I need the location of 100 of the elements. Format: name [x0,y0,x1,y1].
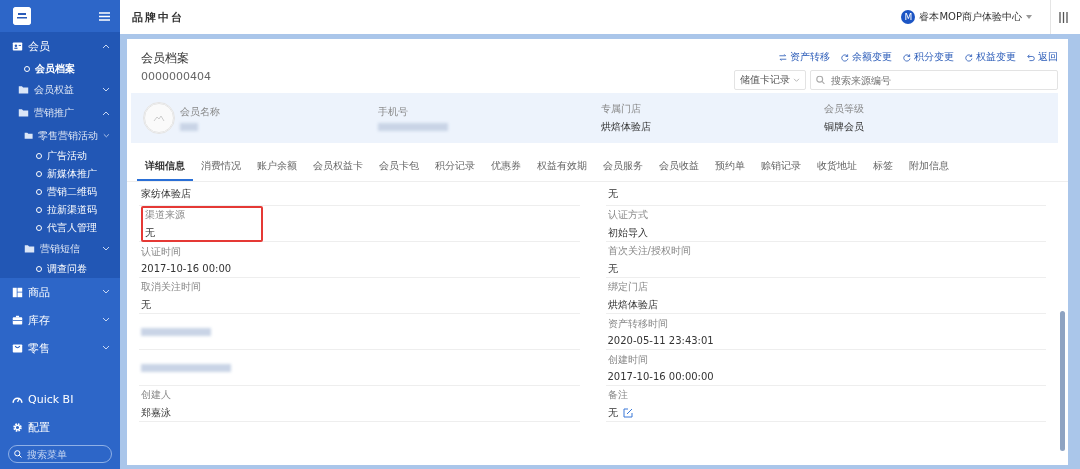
field-value: 无 [607,261,619,276]
chevron-down-icon [102,86,110,93]
tab[interactable]: 账户余额 [249,153,305,181]
sidebar-item[interactable]: 会员 [0,32,120,60]
search-icon [14,450,22,458]
summary-label: 专属门店 [601,102,642,116]
grid-icon [12,286,23,298]
sidebar-item[interactable]: 新媒体推广 [0,165,120,183]
field-label: 绑定门店 [607,279,649,294]
field-label: 创建时间 [607,353,649,367]
field-label: 认证方式 [607,207,649,222]
chevron-down-icon [102,317,110,323]
app-title: 品牌中台 [132,9,185,25]
summary-label: 会员等级 [824,102,865,116]
page-title: 会员档案 [141,50,190,67]
sidebar-item[interactable]: 零售营销活动 [0,124,120,147]
chevron-up-icon [102,43,110,49]
settings-icon [12,421,23,433]
sidebar-item[interactable]: 配置 [0,413,120,441]
field-value: 无 [145,225,156,240]
sidebar-item[interactable]: 会员档案 [0,60,120,78]
chevron-down-icon [103,132,110,139]
tab[interactable]: 详细信息 [137,153,193,181]
tab[interactable]: 消费情况 [193,153,249,181]
tab[interactable]: 附加信息 [901,153,957,181]
sidebar-item[interactable]: 营销二维码 [0,183,120,201]
menu-icon[interactable] [99,11,110,21]
field-label: 认证时间 [141,245,182,259]
bag-icon [12,342,23,354]
field-value: 家纺体验店 [141,187,192,201]
box-icon [12,314,23,326]
avatar-placeholder-icon [143,102,175,134]
sidebar-item[interactable]: 调查问卷 [0,260,120,278]
tab[interactable]: 会员权益卡 [305,153,371,181]
tab[interactable]: 会员卡包 [371,153,427,181]
folder-icon [18,84,29,95]
action-link[interactable]: 余额变更 [840,50,892,64]
edit-icon[interactable] [622,407,633,418]
sidebar-item[interactable]: 营销推广 [0,101,120,124]
account-avatar: M [901,10,916,24]
refresh-icon [840,52,849,62]
field-value: 2017-10-16 00:00:00 [607,371,715,382]
tab[interactable]: 优惠券 [483,153,529,181]
source-search-field[interactable]: 搜索来源编号 [810,70,1058,90]
caret-icon[interactable] [1026,15,1032,19]
sidebar-item[interactable]: Quick BI [0,385,120,413]
menu-search-field[interactable]: 搜索菜单 [8,445,112,463]
sidebar-item[interactable]: 拉新渠道码 [0,201,120,219]
blurred-value [378,123,448,131]
chevron-down-icon [102,289,110,295]
tab[interactable]: 收货地址 [809,153,865,181]
field-label: 渠道来源 [145,207,186,222]
action-link[interactable]: 资产转移 [778,50,830,64]
field-label: 备注 [607,387,629,402]
sidebar-item[interactable]: 零售 [0,334,120,362]
action-link[interactable]: 权益变更 [964,50,1016,64]
field-label: 取消关注时间 [141,279,202,294]
refresh-icon [902,52,911,62]
field-value: 烘焙体验店 [607,297,659,312]
sidebar-item[interactable]: 库存 [0,306,120,334]
field-value: 无 [607,405,618,420]
logo-icon [13,7,31,25]
sidebar-item[interactable]: 商品 [0,278,120,306]
account-name[interactable]: 睿本MOP商户体验中心 [919,10,1022,24]
chevron-down-icon [793,77,800,83]
tab[interactable]: 权益有效期 [529,153,595,181]
field-value: 无 [607,187,619,201]
swap-icon [778,52,787,62]
field-label: 创建人 [141,387,172,402]
tab[interactable]: 赊销记录 [753,153,809,181]
action-link[interactable]: 积分变更 [902,50,954,64]
columns-icon[interactable] [1059,11,1068,23]
sidebar-item[interactable]: 营销短信 [0,237,120,260]
tab[interactable]: 会员服务 [595,153,651,181]
member-card-icon [12,40,23,52]
field-label: 首次关注/授权时间 [607,243,692,258]
field-label: 资产转移时间 [607,317,669,331]
action-link[interactable]: 返回 [1026,50,1058,64]
folder-icon [24,130,34,141]
blurred-value [141,327,211,336]
tab[interactable]: 标签 [865,153,901,181]
chevron-down-icon [102,245,110,252]
field-value: 初始导入 [607,225,649,240]
folder-icon [24,243,35,254]
sidebar-item[interactable]: 代言人管理 [0,219,120,237]
field-value: 2020-05-11 23:43:01 [607,335,715,346]
tab[interactable]: 预约单 [707,153,753,181]
scrollbar[interactable] [1060,311,1065,451]
field-value: 2017-10-16 00:00 [141,263,233,274]
sidebar-item[interactable]: 广告活动 [0,147,120,165]
record-type-dropdown[interactable]: 储值卡记录 [734,70,806,90]
tab[interactable]: 会员收益 [651,153,707,181]
tab[interactable]: 积分记录 [427,153,483,181]
record-id: 0000000404 [141,70,211,83]
sidebar-item[interactable]: 会员权益 [0,78,120,101]
summary-value: 铜牌会员 [824,120,865,134]
chevron-up-icon [102,109,110,116]
refresh-icon [964,52,973,62]
undo-icon [1026,52,1035,62]
blurred-value [180,123,198,131]
